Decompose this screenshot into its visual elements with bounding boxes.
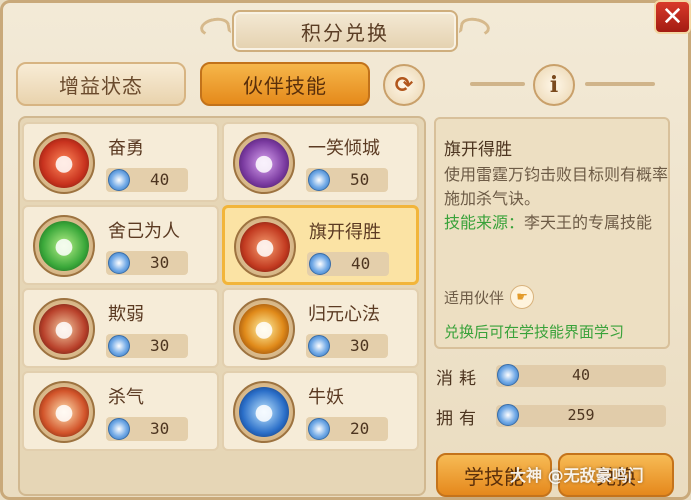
skill-cost-value: 40 (351, 254, 371, 273)
skill-card-selected[interactable]: ● 旗开得胜 40 (222, 205, 419, 285)
skill-cost-value: 30 (150, 336, 170, 355)
skill-card[interactable]: ● 牛妖 20 (222, 371, 419, 451)
skill-cost: 40 (307, 252, 389, 276)
owned-value: 259 (567, 406, 595, 424)
tab-partner-skills-label: 伙伴技能 (243, 73, 327, 98)
skill-name: 欺弱 (108, 304, 144, 325)
skill-cost: 30 (306, 334, 388, 358)
owned-label: 拥有 (436, 408, 482, 429)
skill-cost-value: 30 (150, 419, 170, 438)
skill-detail-panel: 旗开得胜 使用雷霆万钧击败目标则有概率施加杀气诀。 技能来源：李天王的专属技能 … (434, 117, 670, 349)
skill-icon-frame: ● (234, 216, 296, 278)
skill-name: 旗开得胜 (309, 222, 381, 243)
skill-icon-frame: ● (233, 132, 295, 194)
owned-bar: 259 (496, 404, 666, 427)
detail-description-text: 使用雷霆万钧击败目标则有概率施加杀气诀。 (444, 165, 669, 208)
info-button[interactable]: i (533, 64, 575, 106)
info-icon: i (549, 72, 559, 98)
green-shield-icon: ● (39, 221, 89, 271)
info-divider-left (470, 82, 525, 86)
skill-cost: 20 (306, 417, 388, 441)
tab-buff-status-label: 增益状态 (59, 73, 143, 98)
skill-card[interactable]: ● 归元心法 30 (222, 288, 419, 368)
skill-icon-frame: ● (233, 381, 295, 443)
skill-icon-frame: ● (33, 215, 95, 277)
skill-cost: 50 (306, 168, 388, 192)
skill-cost: 40 (106, 168, 188, 192)
skill-cost: 30 (106, 334, 188, 358)
window-title: 积分兑换 (232, 10, 458, 52)
learn-skill-button[interactable]: 学技能 (436, 453, 552, 497)
skill-cost-value: 30 (350, 336, 370, 355)
skill-name: 杀气 (108, 387, 144, 408)
skill-name: 奋勇 (108, 138, 144, 159)
window-title-text: 积分兑换 (301, 20, 389, 45)
skill-card[interactable]: ● 舍己为人 30 (22, 205, 219, 285)
owned-row: 拥有 259 (436, 403, 666, 429)
detail-title: 旗开得胜 (444, 140, 512, 160)
points-gem-icon (309, 253, 331, 275)
applicable-partner: 适用伙伴 ☛ (444, 285, 535, 309)
skill-name: 一笑倾城 (308, 138, 380, 159)
partner-hand-icon[interactable]: ☛ (510, 285, 535, 309)
points-gem-icon (308, 169, 330, 191)
learn-skill-label: 学技能 (464, 464, 524, 489)
skill-source-label: 技能来源： (444, 213, 525, 232)
close-button[interactable]: ✕ (654, 0, 691, 34)
refresh-icon: ⟳ (394, 72, 414, 98)
points-gem-icon (108, 169, 130, 191)
skill-icon-frame: ● (233, 298, 295, 360)
skill-name: 舍己为人 (108, 221, 180, 242)
exchange-label: 兑换 (596, 464, 636, 489)
skill-cost-value: 40 (150, 170, 170, 189)
exchange-note: 兑换后可在学技能界面学习 (444, 323, 625, 341)
banner-strike-icon: ● (240, 222, 290, 272)
skill-cost-value: 30 (150, 253, 170, 272)
skill-card[interactable]: ● 欺弱 30 (22, 288, 219, 368)
skill-name: 牛妖 (308, 387, 344, 408)
cost-bar: 40 (496, 364, 666, 387)
skill-cost-value: 20 (350, 419, 370, 438)
ox-demon-icon: ● (239, 387, 289, 437)
exchange-button[interactable]: 兑换 (558, 453, 674, 497)
skill-cost: 30 (106, 417, 188, 441)
sun-burst-icon: ● (239, 304, 289, 354)
points-gem-icon (308, 418, 330, 440)
cost-label: 消耗 (436, 368, 482, 389)
refresh-button[interactable]: ⟳ (383, 64, 425, 106)
red-warrior-icon: ● (39, 138, 89, 188)
tab-partner-skills[interactable]: 伙伴技能 (200, 62, 370, 106)
skill-icon-frame: ● (33, 381, 95, 443)
skill-source-value: 李天王的专属技能 (524, 213, 653, 232)
skill-name: 归元心法 (308, 304, 380, 325)
points-gem-icon (308, 335, 330, 357)
points-gem-icon (108, 418, 130, 440)
detail-description: 使用雷霆万钧击败目标则有概率施加杀气诀。 技能来源：李天王的专属技能 (444, 163, 668, 235)
cost-value: 40 (571, 366, 591, 384)
bully-strike-icon: ● (39, 304, 89, 354)
purple-charm-icon: ● (239, 138, 289, 188)
info-divider-right (585, 82, 655, 86)
tab-buff-status[interactable]: 增益状态 (16, 62, 186, 106)
cost-row: 消耗 40 (436, 363, 666, 389)
points-gem-icon (108, 252, 130, 274)
skill-cost-value: 50 (350, 170, 370, 189)
skill-card[interactable]: ● 杀气 30 (22, 371, 219, 451)
points-gem-icon (108, 335, 130, 357)
close-icon: ✕ (661, 2, 684, 32)
skill-cost: 30 (106, 251, 188, 275)
skill-card[interactable]: ● 奋勇 40 (22, 122, 219, 202)
applicable-partner-label: 适用伙伴 (444, 288, 505, 307)
killing-aura-icon: ● (39, 387, 89, 437)
skill-icon-frame: ● (33, 298, 95, 360)
skill-card[interactable]: ● 一笑倾城 50 (222, 122, 419, 202)
skill-icon-frame: ● (33, 132, 95, 194)
